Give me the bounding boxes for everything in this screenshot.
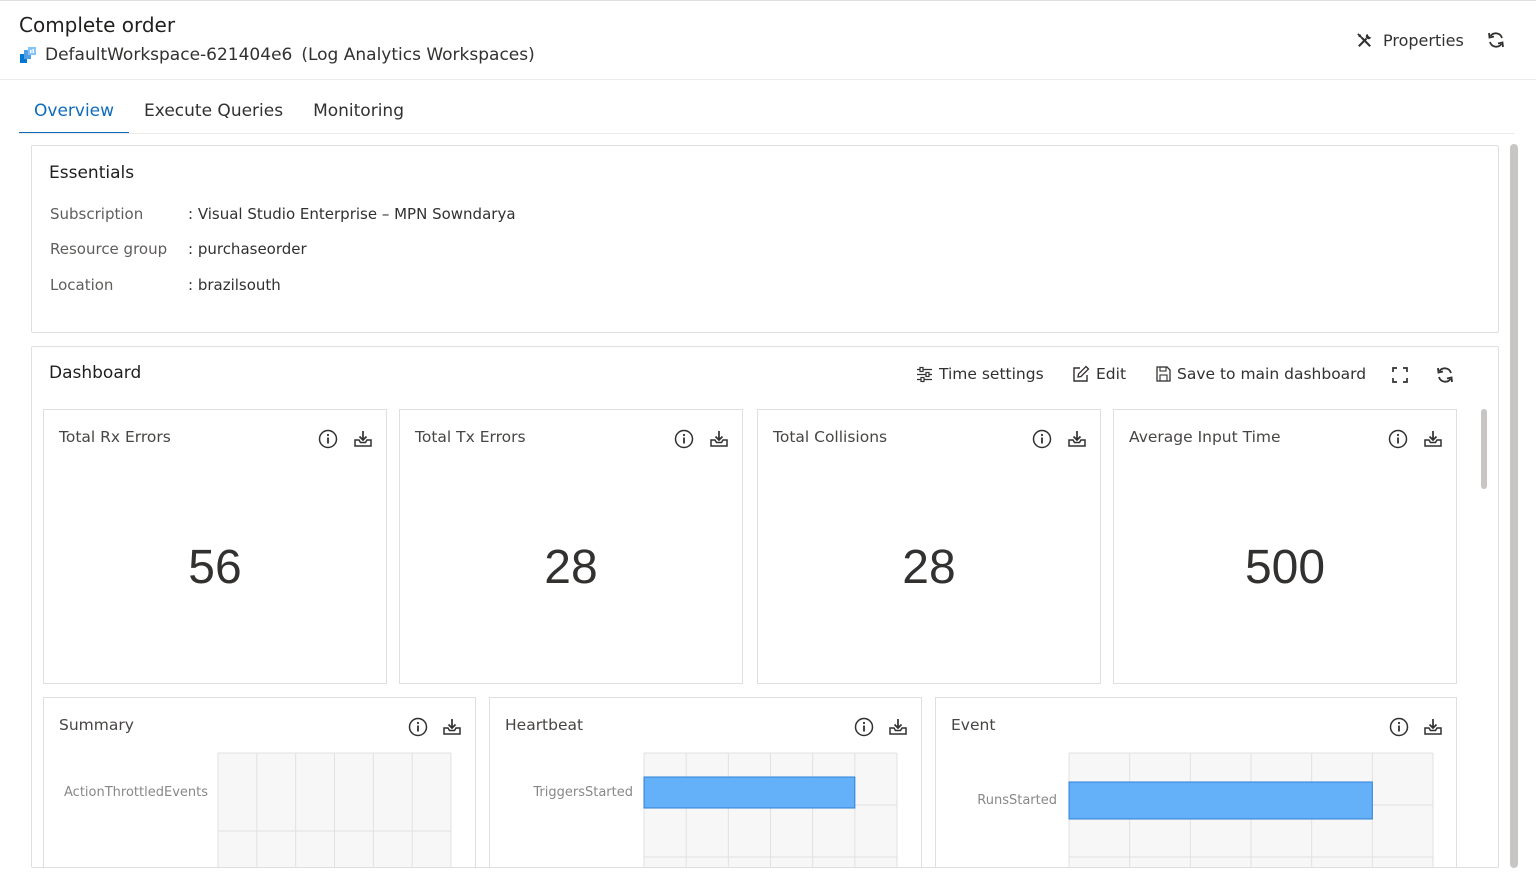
essentials-title: Essentials — [49, 163, 135, 183]
event-chart: RunsStarted — [977, 752, 1434, 867]
metric-value: 56 — [188, 541, 242, 594]
tile-title: Total Tx Errors — [415, 428, 526, 446]
category-label: TriggersStarted — [532, 785, 633, 800]
essentials-row-location: Location : brazilsouth — [50, 275, 281, 295]
summary-chart: ActionThrottledEvents — [64, 752, 452, 867]
essentials-value: : brazilsouth — [188, 276, 281, 294]
edit-icon — [1073, 365, 1090, 382]
metric-tile-total-rx-errors: Total Rx Errors 56 — [43, 409, 387, 684]
dashboard-title: Dashboard — [49, 363, 142, 383]
essentials-value: : purchaseorder — [188, 240, 307, 258]
chart-tile-summary: Summary ActionThrottledEvents — [43, 697, 476, 867]
dashboard-panel: Dashboard Time settings Edit Save to mai… — [31, 346, 1499, 868]
save-label: Save to main dashboard — [1177, 365, 1367, 383]
workspace-name: DefaultWorkspace-621404e6 — [45, 45, 293, 65]
page-title: Complete order — [19, 13, 176, 37]
tools-icon — [1357, 32, 1372, 47]
bar — [643, 776, 856, 809]
save-to-main-dashboard-button[interactable]: Save to main dashboard — [1156, 363, 1366, 385]
tab-overview[interactable]: Overview — [19, 90, 130, 134]
page-scrollbar[interactable] — [1510, 144, 1518, 868]
metric-tile-total-collisions: Total Collisions 28 — [757, 409, 1101, 684]
essentials-label: Subscription — [50, 205, 144, 223]
download-icon[interactable] — [709, 429, 729, 449]
log-analytics-icon — [20, 47, 36, 63]
chart-tile-event: Event RunsStarted — [935, 697, 1457, 867]
essentials-label: Resource group — [50, 240, 168, 258]
metric-value: 500 — [1244, 541, 1326, 594]
dashboard-scrollbar[interactable] — [1481, 409, 1487, 489]
chart-tile-heartbeat: Heartbeat TriggersStarted — [489, 697, 922, 867]
sliders-icon — [917, 366, 932, 382]
workspace-type: (Log Analytics Workspaces) — [301, 45, 535, 65]
properties-button[interactable]: Properties — [1355, 28, 1464, 52]
tab-bar: Overview Execute Queries Monitoring — [19, 90, 419, 134]
metric-value: 28 — [544, 541, 598, 594]
edit-label: Edit — [1096, 365, 1127, 383]
essentials-row-resource-group: Resource group : purchaseorder — [50, 239, 307, 259]
save-icon — [1156, 366, 1171, 382]
category-label: ActionThrottledEvents — [64, 785, 208, 800]
download-icon[interactable] — [1423, 429, 1443, 449]
metric-value: 28 — [902, 541, 956, 594]
info-icon[interactable] — [674, 429, 694, 449]
tab-divider — [19, 133, 1515, 134]
resource-subtitle: DefaultWorkspace-621404e6 (Log Analytics… — [19, 43, 535, 67]
refresh-icon[interactable] — [1486, 30, 1506, 50]
download-icon[interactable] — [353, 429, 373, 449]
time-settings-button[interactable]: Time settings — [916, 363, 1044, 385]
time-settings-label: Time settings — [939, 365, 1044, 383]
tile-title: Total Rx Errors — [59, 428, 171, 446]
fullscreen-icon[interactable] — [1390, 365, 1410, 385]
tab-execute-queries[interactable]: Execute Queries — [129, 90, 298, 134]
bar — [1068, 781, 1373, 820]
metric-tile-total-tx-errors: Total Tx Errors 28 — [399, 409, 743, 684]
refresh-icon[interactable] — [1435, 365, 1455, 385]
tile-title: Average Input Time — [1129, 428, 1281, 446]
info-icon[interactable] — [1032, 429, 1052, 449]
tab-monitoring[interactable]: Monitoring — [298, 90, 419, 134]
page-header: Complete order DefaultWorkspace-621404e6… — [0, 1, 1536, 80]
heartbeat-chart: TriggersStarted — [532, 752, 898, 867]
edit-button[interactable]: Edit — [1072, 363, 1126, 385]
metric-tile-average-input-time: Average Input Time 500 — [1113, 409, 1457, 684]
category-label: RunsStarted — [977, 793, 1057, 808]
tile-title: Total Collisions — [773, 428, 888, 446]
essentials-value: : Visual Studio Enterprise – MPN Sowndar… — [188, 205, 516, 223]
info-icon[interactable] — [318, 429, 338, 449]
download-icon[interactable] — [1067, 429, 1087, 449]
essentials-panel: Essentials Subscription : Visual Studio … — [31, 145, 1499, 333]
info-icon[interactable] — [1388, 429, 1408, 449]
essentials-label: Location — [50, 276, 114, 294]
properties-label: Properties — [1383, 30, 1464, 50]
essentials-row-subscription: Subscription : Visual Studio Enterprise … — [50, 204, 516, 224]
